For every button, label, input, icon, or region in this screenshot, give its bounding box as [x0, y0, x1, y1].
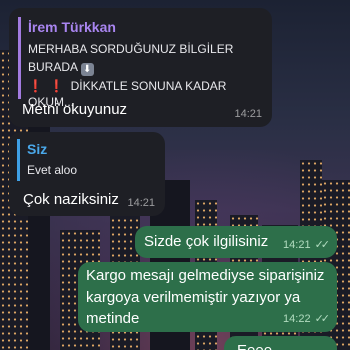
message-text: Eeee [237, 340, 272, 350]
message-time: 14:21 [283, 239, 311, 251]
message-text: Çok naziksiniz [23, 191, 119, 208]
message-time: 14:21 [127, 197, 155, 209]
message-text-line: kargoya verilmemiştir yazıyor ya [86, 289, 301, 306]
message-bubble-outgoing[interactable]: Kargo mesajı gelmediyse siparişiniz karg… [78, 262, 337, 332]
message-time: 14:22 [283, 313, 311, 325]
message-bubble-incoming[interactable]: İrem Türkkan MERHABA SORDUĞUNUZ BİLGİLER… [9, 8, 272, 127]
message-text-line: metinde [86, 310, 140, 327]
reply-quote[interactable]: İrem Türkkan MERHABA SORDUĞUNUZ BİLGİLER… [18, 17, 265, 109]
message-text: Metni okuyunuz [22, 101, 128, 118]
read-receipt-icon: ✓✓ [314, 313, 331, 325]
message-time-status: 14:22 ✓✓ [283, 312, 331, 325]
reply-sender-name: Siz [27, 141, 48, 157]
message-text-line: Kargo mesajı gelmediyse siparişiniz [86, 267, 325, 284]
message-time-status: 14:21 ✓✓ [283, 238, 331, 251]
exclamation-icon: ❗ [28, 79, 43, 93]
reply-sender-name: İrem Türkkan [28, 19, 116, 35]
exclamation-icon: ❗ [49, 79, 65, 93]
reply-text-line: BURADA ⬇ [28, 59, 265, 76]
reply-text-line: Evet aloo [27, 163, 78, 177]
message-bubble-outgoing[interactable]: Sizde çok ilgilisiniz 14:21 ✓✓ [135, 226, 337, 258]
message-time: 14:21 [234, 108, 262, 120]
reply-quote[interactable]: Siz Evet aloo [17, 139, 157, 181]
down-arrow-icon: ⬇ [80, 63, 94, 76]
reply-text-line: MERHABA SORDUĞUNUZ BİLGİLER [28, 42, 234, 56]
message-text: Sizde çok ilgilisiniz [144, 233, 269, 250]
message-bubble-incoming[interactable]: Siz Evet aloo Çok naziksiniz 14:21 [9, 132, 165, 216]
read-receipt-icon: ✓✓ [314, 239, 331, 251]
message-bubble-outgoing[interactable]: Eeee [224, 336, 337, 350]
reply-text: BURADA [28, 60, 78, 74]
